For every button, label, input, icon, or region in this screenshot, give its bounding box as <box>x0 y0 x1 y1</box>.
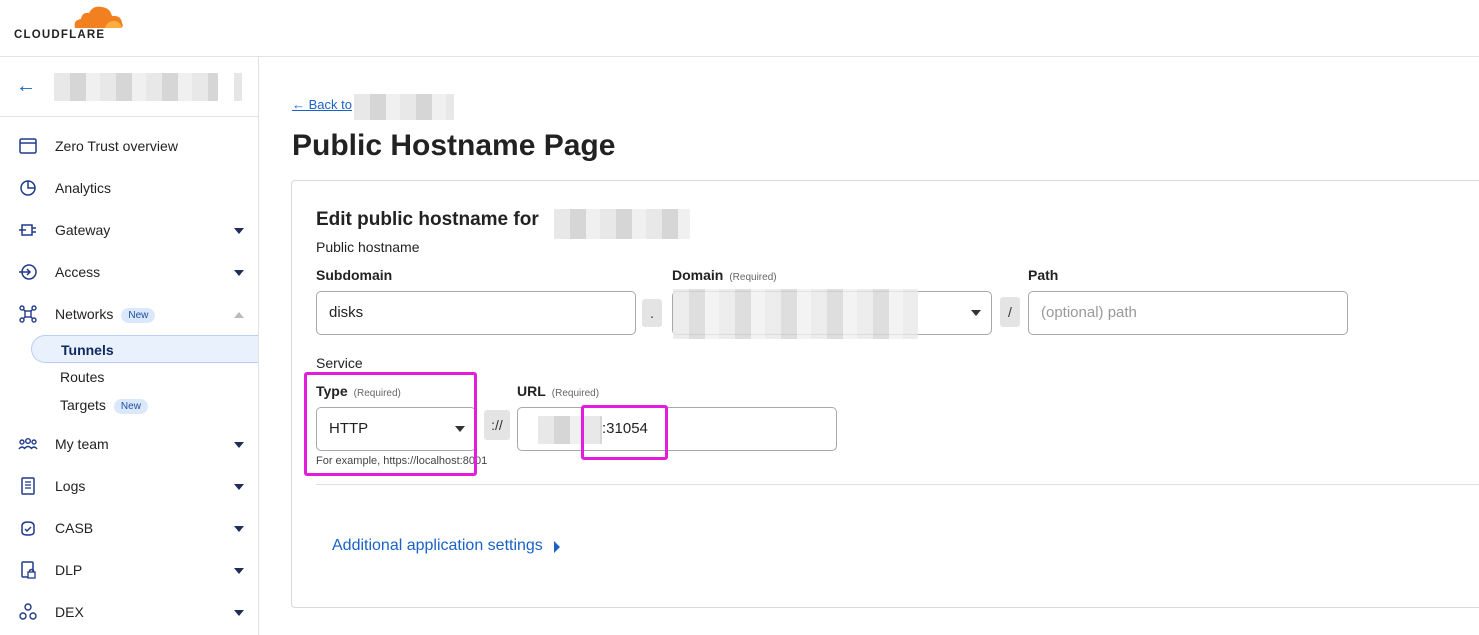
sidebar-subitem-tunnels[interactable]: Tunnels <box>31 335 258 363</box>
sidebar-subitem-routes[interactable]: Routes <box>31 363 258 391</box>
new-badge: New <box>113 398 148 414</box>
cloudflare-cloud-icon <box>74 6 123 28</box>
domain-value-redacted <box>673 289 918 339</box>
type-highlight-box <box>304 372 477 476</box>
sidebar-item-label: Analytics <box>55 180 112 196</box>
sidebar-item-casb[interactable]: CASB <box>0 510 258 546</box>
logs-icon <box>21 477 35 495</box>
back-to-tunnel-link[interactable]: ← Back to <box>292 97 352 112</box>
domain-label-text: Domain <box>672 267 724 283</box>
chevron-down-icon[interactable] <box>234 270 244 276</box>
sidebar-item-logs[interactable]: Logs <box>0 468 258 504</box>
port-highlight-box <box>581 405 668 460</box>
path-label: Path <box>1028 267 1058 283</box>
required-tag: (Required) <box>551 388 600 399</box>
chevron-down-icon <box>971 310 981 316</box>
url-input[interactable]: :31054 <box>517 407 837 451</box>
additional-settings-link[interactable]: Additional application settings <box>332 537 543 555</box>
sidebar-item-label: My team <box>55 436 109 452</box>
slash-separator: / <box>1000 297 1020 327</box>
subdomain-input[interactable]: disks <box>316 291 636 335</box>
sidebar-item-analytics[interactable]: Analytics <box>0 170 258 206</box>
url-label: URL (Required) <box>517 383 599 399</box>
gateway-icon <box>19 224 36 236</box>
sidebar-item-label: DLP <box>55 562 83 578</box>
url-label-text: URL <box>517 383 546 399</box>
chevron-down-icon[interactable] <box>234 442 244 448</box>
back-arrow-icon[interactable]: ← <box>16 75 36 98</box>
access-login-icon <box>19 264 37 280</box>
hostname-redacted <box>554 209 690 239</box>
network-icon <box>19 305 37 323</box>
sidebar-item-access[interactable]: Access <box>0 254 258 290</box>
scheme-separator: :// <box>484 410 510 440</box>
domain-select[interactable] <box>672 289 992 339</box>
subdomain-label-text: Subdomain <box>316 267 393 283</box>
main-content: ← Back to Public Hostname Page Edit publ… <box>259 57 1479 635</box>
chevron-down-icon[interactable] <box>234 568 244 574</box>
dex-icon <box>19 603 37 620</box>
chevron-down-icon[interactable] <box>234 610 244 616</box>
dot-separator: . <box>642 299 662 327</box>
sidebar-subitem-label: Tunnels <box>61 342 114 358</box>
account-row: ← <box>0 57 258 117</box>
domain-label: Domain (Required) <box>672 267 777 283</box>
sidebar-item-dlp[interactable]: DLP <box>0 552 258 588</box>
cloudflare-logo[interactable]: CLOUDFLARE <box>14 4 124 44</box>
logo-text: CLOUDFLARE <box>14 29 106 41</box>
subdomain-label: Subdomain <box>316 267 392 283</box>
sidebar-item-label: CASB <box>55 520 94 536</box>
sidebar-subitem-label: Targets New <box>60 397 148 414</box>
chevron-down-icon[interactable] <box>234 228 244 234</box>
account-redacted-mark <box>234 73 242 101</box>
casb-icon <box>21 521 35 536</box>
sidebar-item-label: Logs <box>55 478 86 494</box>
sidebar-item-label: Networks New <box>55 306 156 323</box>
sidebar-item-my-team[interactable]: My team <box>0 426 258 462</box>
path-input[interactable]: (optional) path <box>1028 291 1348 335</box>
sidebar-item-label: DEX <box>55 604 84 620</box>
card-title: Edit public hostname for <box>316 209 539 230</box>
new-badge: New <box>121 307 156 323</box>
path-label-text: Path <box>1028 267 1059 283</box>
sidebar-item-label: Gateway <box>55 222 111 238</box>
chevron-down-icon[interactable] <box>234 484 244 490</box>
sidebar-item-networks[interactable]: Networks New <box>0 296 258 332</box>
service-section-label: Service <box>316 355 363 371</box>
sidebar-item-dex[interactable]: DEX <box>0 594 258 630</box>
top-bar: CLOUDFLARE <box>0 0 1479 57</box>
tunnel-name-redacted <box>354 94 454 120</box>
pie-chart-icon <box>20 180 36 196</box>
page-title: Public Hostname Page <box>292 129 616 162</box>
browser-window-icon <box>19 138 37 154</box>
sidebar-subitem-label: Routes <box>60 369 105 385</box>
networks-label: Networks <box>55 306 114 322</box>
sidebar-subitem-targets[interactable]: Targets New <box>31 391 258 419</box>
chevron-down-icon[interactable] <box>234 526 244 532</box>
sidebar-item-label: Access <box>55 264 101 280</box>
team-icon <box>18 437 38 450</box>
targets-label: Targets <box>60 397 106 413</box>
required-tag: (Required) <box>729 272 777 283</box>
sidebar-item-zero-trust-overview[interactable]: Zero Trust overview <box>0 128 258 164</box>
account-name-redacted <box>54 73 218 101</box>
section-divider <box>316 484 1479 485</box>
public-hostname-section-label: Public hostname <box>316 239 420 255</box>
chevron-right-icon[interactable] <box>554 541 560 553</box>
sidebar: ← Zero Trust overview Analytics Gateway … <box>0 57 259 635</box>
sidebar-item-gateway[interactable]: Gateway <box>0 212 258 248</box>
sidebar-item-label: Zero Trust overview <box>55 138 178 154</box>
chevron-up-icon[interactable] <box>234 312 244 318</box>
dlp-lock-icon <box>21 561 36 579</box>
